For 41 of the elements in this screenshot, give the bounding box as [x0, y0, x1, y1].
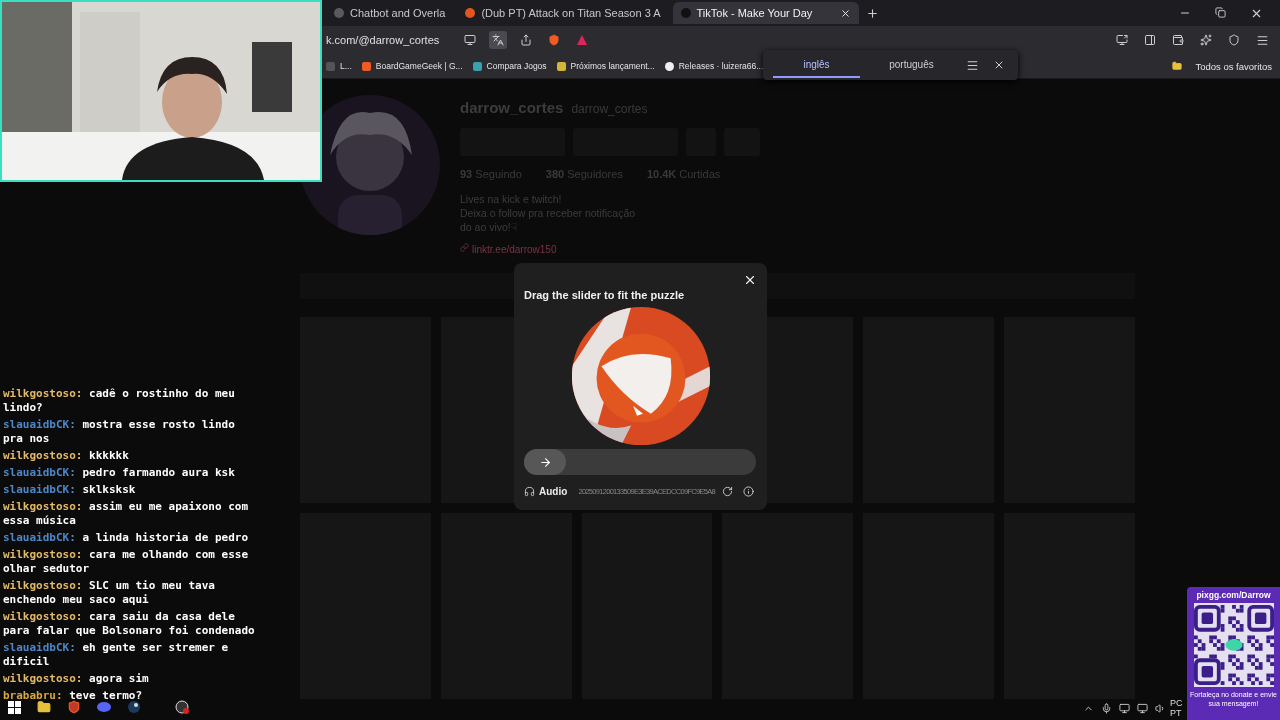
steam-icon[interactable] — [126, 699, 142, 715]
chat-message: wilkgostoso: agora sim — [3, 672, 150, 686]
bookmark[interactable]: Próximos lançament... — [556, 61, 655, 71]
chat-message: wilkgostoso: kkkkkk — [3, 449, 130, 463]
link-icon — [460, 243, 469, 252]
record-icon[interactable] — [174, 699, 190, 715]
headphones-icon — [524, 486, 535, 497]
info-icon[interactable] — [740, 483, 757, 500]
chat-message: slauaidbCK: pedro farmando aura ksk — [3, 466, 236, 480]
captcha-title: Drag the slider to fit the puzzle — [524, 289, 686, 301]
chat-message: brababru: teve termo? — [3, 689, 144, 703]
folder-icon[interactable] — [36, 699, 52, 715]
slider-handle[interactable] — [524, 449, 566, 476]
bookmark[interactable]: L... — [326, 61, 352, 71]
language-tab[interactable]: português — [868, 52, 955, 78]
browser-tab[interactable]: TikTok - Make Your Day — [672, 2, 859, 24]
address-field[interactable]: k.com/@darrow_cortes — [326, 34, 452, 46]
all-bookmarks[interactable]: Todos os favoritos — [1195, 60, 1280, 72]
browser-tab[interactable]: Chatbot and Overla — [326, 2, 454, 24]
chat-message: slauaidbCK: sklksksk — [3, 483, 137, 497]
donation-url: pixgg.com/Darrow — [1196, 590, 1271, 600]
tab-favicon-icon — [334, 8, 344, 18]
close-icon[interactable] — [743, 273, 757, 287]
windows-icon[interactable] — [6, 699, 22, 715]
tab-favicon-icon — [680, 8, 691, 18]
translate-icon[interactable] — [489, 31, 508, 49]
bookmark[interactable]: Compara Jogos — [472, 61, 547, 71]
shield-icon[interactable] — [66, 699, 82, 715]
chat-message: slauaidbCK: a linda historia de pedro — [3, 531, 250, 545]
bookmark[interactable]: BoardGameGeek | G... — [361, 61, 463, 71]
browser-tab[interactable]: (Dub PT) Attack on Titan Season 3 A — [457, 2, 669, 24]
language-tab[interactable]: inglês — [773, 52, 860, 78]
chat-message: wilkgostoso: cadê o rostinho do meu lindo? — [3, 387, 236, 415]
tab-favicon-icon — [465, 8, 476, 18]
language-indicator: PC — [1170, 698, 1183, 708]
bookmark[interactable]: Releases · luizera66... — [664, 61, 764, 71]
chat-message: wilkgostoso: cara me olhando com esse olhar sedutor — [3, 548, 250, 576]
chat-bubble-icon[interactable] — [96, 699, 112, 715]
language-indicator: PT — [1170, 708, 1183, 718]
audio-button[interactable]: Audio — [539, 486, 568, 497]
close-tab-icon[interactable] — [839, 7, 851, 19]
